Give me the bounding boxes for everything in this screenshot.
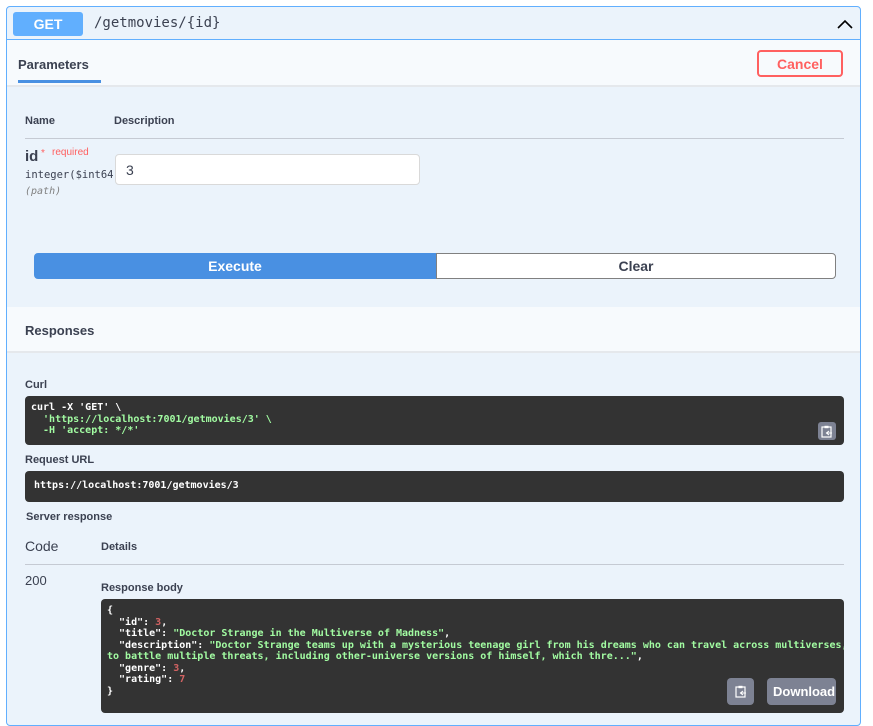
response-body-label: Response body (101, 582, 183, 594)
http-method-badge: GET (13, 12, 83, 36)
status-code: 200 (25, 573, 47, 588)
curl-code-block: curl -X 'GET' \ 'https://localhost:7001/… (25, 396, 844, 445)
tab-bar: Parameters Cancel (7, 40, 860, 87)
clipboard-icon (821, 425, 832, 438)
curl-line: -H 'accept: */*' (31, 425, 140, 436)
json-description-value: "Doctor Strange teams up with a mysterio… (209, 639, 844, 651)
parameter-location: (path) (25, 186, 62, 197)
download-button[interactable]: Download (767, 678, 836, 705)
required-star: * (41, 148, 45, 159)
active-tab-indicator (18, 80, 101, 83)
clipboard-icon (734, 685, 746, 698)
column-header-name: Name (25, 115, 55, 127)
request-url: https://localhost:7001/getmovies/3 (34, 480, 239, 491)
operation-block: GET /getmovies/{id} Parameters Cancel Na… (6, 6, 861, 726)
curl-line: curl -X 'GET' \ (31, 402, 122, 413)
column-header-code: Code (25, 538, 59, 554)
operation-summary[interactable]: GET /getmovies/{id} (7, 7, 860, 40)
json-rating-value: 7 (179, 674, 186, 685)
divider (25, 138, 844, 139)
divider (25, 564, 844, 565)
column-header-description: Description (114, 115, 175, 127)
responses-header: Responses (7, 307, 860, 353)
response-body-block: { "id": 3, "title": "Doctor Strange in t… (101, 599, 844, 713)
server-response-label: Server response (26, 511, 113, 523)
parameter-type: integer($int64) (25, 169, 120, 181)
copy-response-button[interactable] (727, 678, 754, 705)
request-url-block: https://localhost:7001/getmovies/3 (25, 471, 844, 502)
column-header-details: Details (101, 541, 138, 553)
json-id-value: 3 (155, 616, 162, 628)
clear-button[interactable]: Clear (436, 253, 836, 279)
json-description-continued: to battle multiple threats, including ot… (107, 651, 643, 662)
required-label: required (52, 147, 89, 158)
cancel-button[interactable]: Cancel (757, 50, 843, 77)
copy-curl-button[interactable] (818, 422, 836, 440)
execute-button[interactable]: Execute (34, 253, 436, 279)
tab-parameters[interactable]: Parameters (18, 57, 89, 72)
json-genre-value: 3 (173, 662, 180, 674)
curl-line: 'https://localhost:7001/getmovies/3' \ (31, 413, 272, 425)
curl-label: Curl (25, 379, 47, 391)
json-title-value: "Doctor Strange in the Multiverse of Mad… (173, 628, 445, 639)
id-input[interactable] (115, 154, 420, 185)
parameter-name: id (25, 148, 39, 165)
request-url-label: Request URL (25, 454, 95, 466)
responses-title: Responses (25, 323, 95, 338)
chevron-up-icon[interactable] (836, 15, 854, 33)
endpoint-path: /getmovies/{id} (94, 15, 221, 31)
